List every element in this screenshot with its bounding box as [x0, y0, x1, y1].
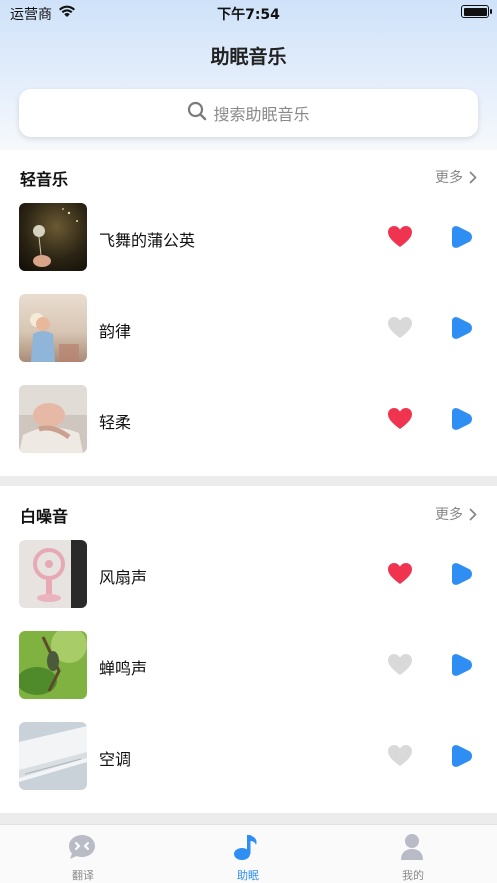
section-divider [0, 813, 497, 824]
track-title: 韵律 [99, 322, 132, 341]
section-title-light-music: 轻音乐 [20, 170, 69, 189]
tab-label: 我的 [402, 869, 424, 882]
track-title: 空调 [99, 750, 132, 769]
more-button-light-music[interactable]: 更多 [435, 167, 477, 187]
clock: 下午7:54 [217, 7, 280, 23]
tab-translate[interactable]: 翻译 [23, 825, 143, 883]
heart-outline-icon[interactable] [387, 653, 413, 680]
track-title: 蝉鸣声 [99, 659, 148, 678]
music-note-icon [232, 833, 262, 865]
fan-thumbnail [19, 540, 87, 608]
heart-outline-icon[interactable] [387, 316, 413, 343]
heart-filled-icon[interactable] [387, 562, 413, 589]
tab-label: 翻译 [72, 869, 94, 882]
child-beach-thumbnail [19, 294, 87, 362]
search-bar[interactable]: 搜索助眠音乐 [19, 89, 478, 137]
battery-icon [461, 5, 492, 18]
section-divider [0, 476, 497, 486]
chevron-right-icon [469, 171, 477, 184]
list-item[interactable]: 风扇声 [0, 540, 497, 608]
heart-filled-icon[interactable] [387, 407, 413, 434]
status-bar: 运营商 下午7:54 [0, 0, 497, 26]
more-label: 更多 [435, 507, 463, 523]
page-title: 助眠音乐 [210, 46, 287, 68]
cicada-thumbnail [19, 631, 87, 699]
chevron-right-icon [469, 508, 477, 521]
translate-chat-icon [67, 833, 97, 865]
list-item[interactable]: 蝉鸣声 [0, 631, 497, 699]
dandelion-thumbnail [19, 203, 87, 271]
play-icon[interactable] [449, 225, 473, 253]
play-icon[interactable] [449, 653, 473, 681]
list-item[interactable]: 飞舞的蒲公英 [0, 203, 497, 271]
profile-person-icon [397, 833, 427, 865]
sleeping-baby-thumbnail [19, 385, 87, 453]
play-icon[interactable] [449, 562, 473, 590]
list-item[interactable]: 韵律 [0, 294, 497, 362]
search-placeholder: 搜索助眠音乐 [213, 105, 310, 124]
search-icon [187, 101, 207, 125]
heart-filled-icon[interactable] [387, 225, 413, 252]
track-title: 风扇声 [99, 568, 148, 587]
more-button-white-noise[interactable]: 更多 [435, 504, 477, 524]
tab-bar: 翻译 助眠 我的 [0, 824, 497, 883]
play-icon[interactable] [449, 744, 473, 772]
tab-label: 助眠 [237, 869, 259, 882]
more-label: 更多 [435, 170, 463, 186]
air-conditioner-thumbnail [19, 722, 87, 790]
list-item[interactable]: 空调 [0, 722, 497, 790]
play-icon[interactable] [449, 407, 473, 435]
heart-outline-icon[interactable] [387, 744, 413, 771]
track-title: 轻柔 [99, 413, 132, 432]
list-item[interactable]: 轻柔 [0, 385, 497, 453]
tab-sleep[interactable]: 助眠 [188, 825, 308, 883]
track-title: 飞舞的蒲公英 [99, 231, 196, 250]
tab-profile[interactable]: 我的 [353, 825, 473, 883]
section-title-white-noise: 白噪音 [20, 507, 69, 526]
play-icon[interactable] [449, 316, 473, 344]
